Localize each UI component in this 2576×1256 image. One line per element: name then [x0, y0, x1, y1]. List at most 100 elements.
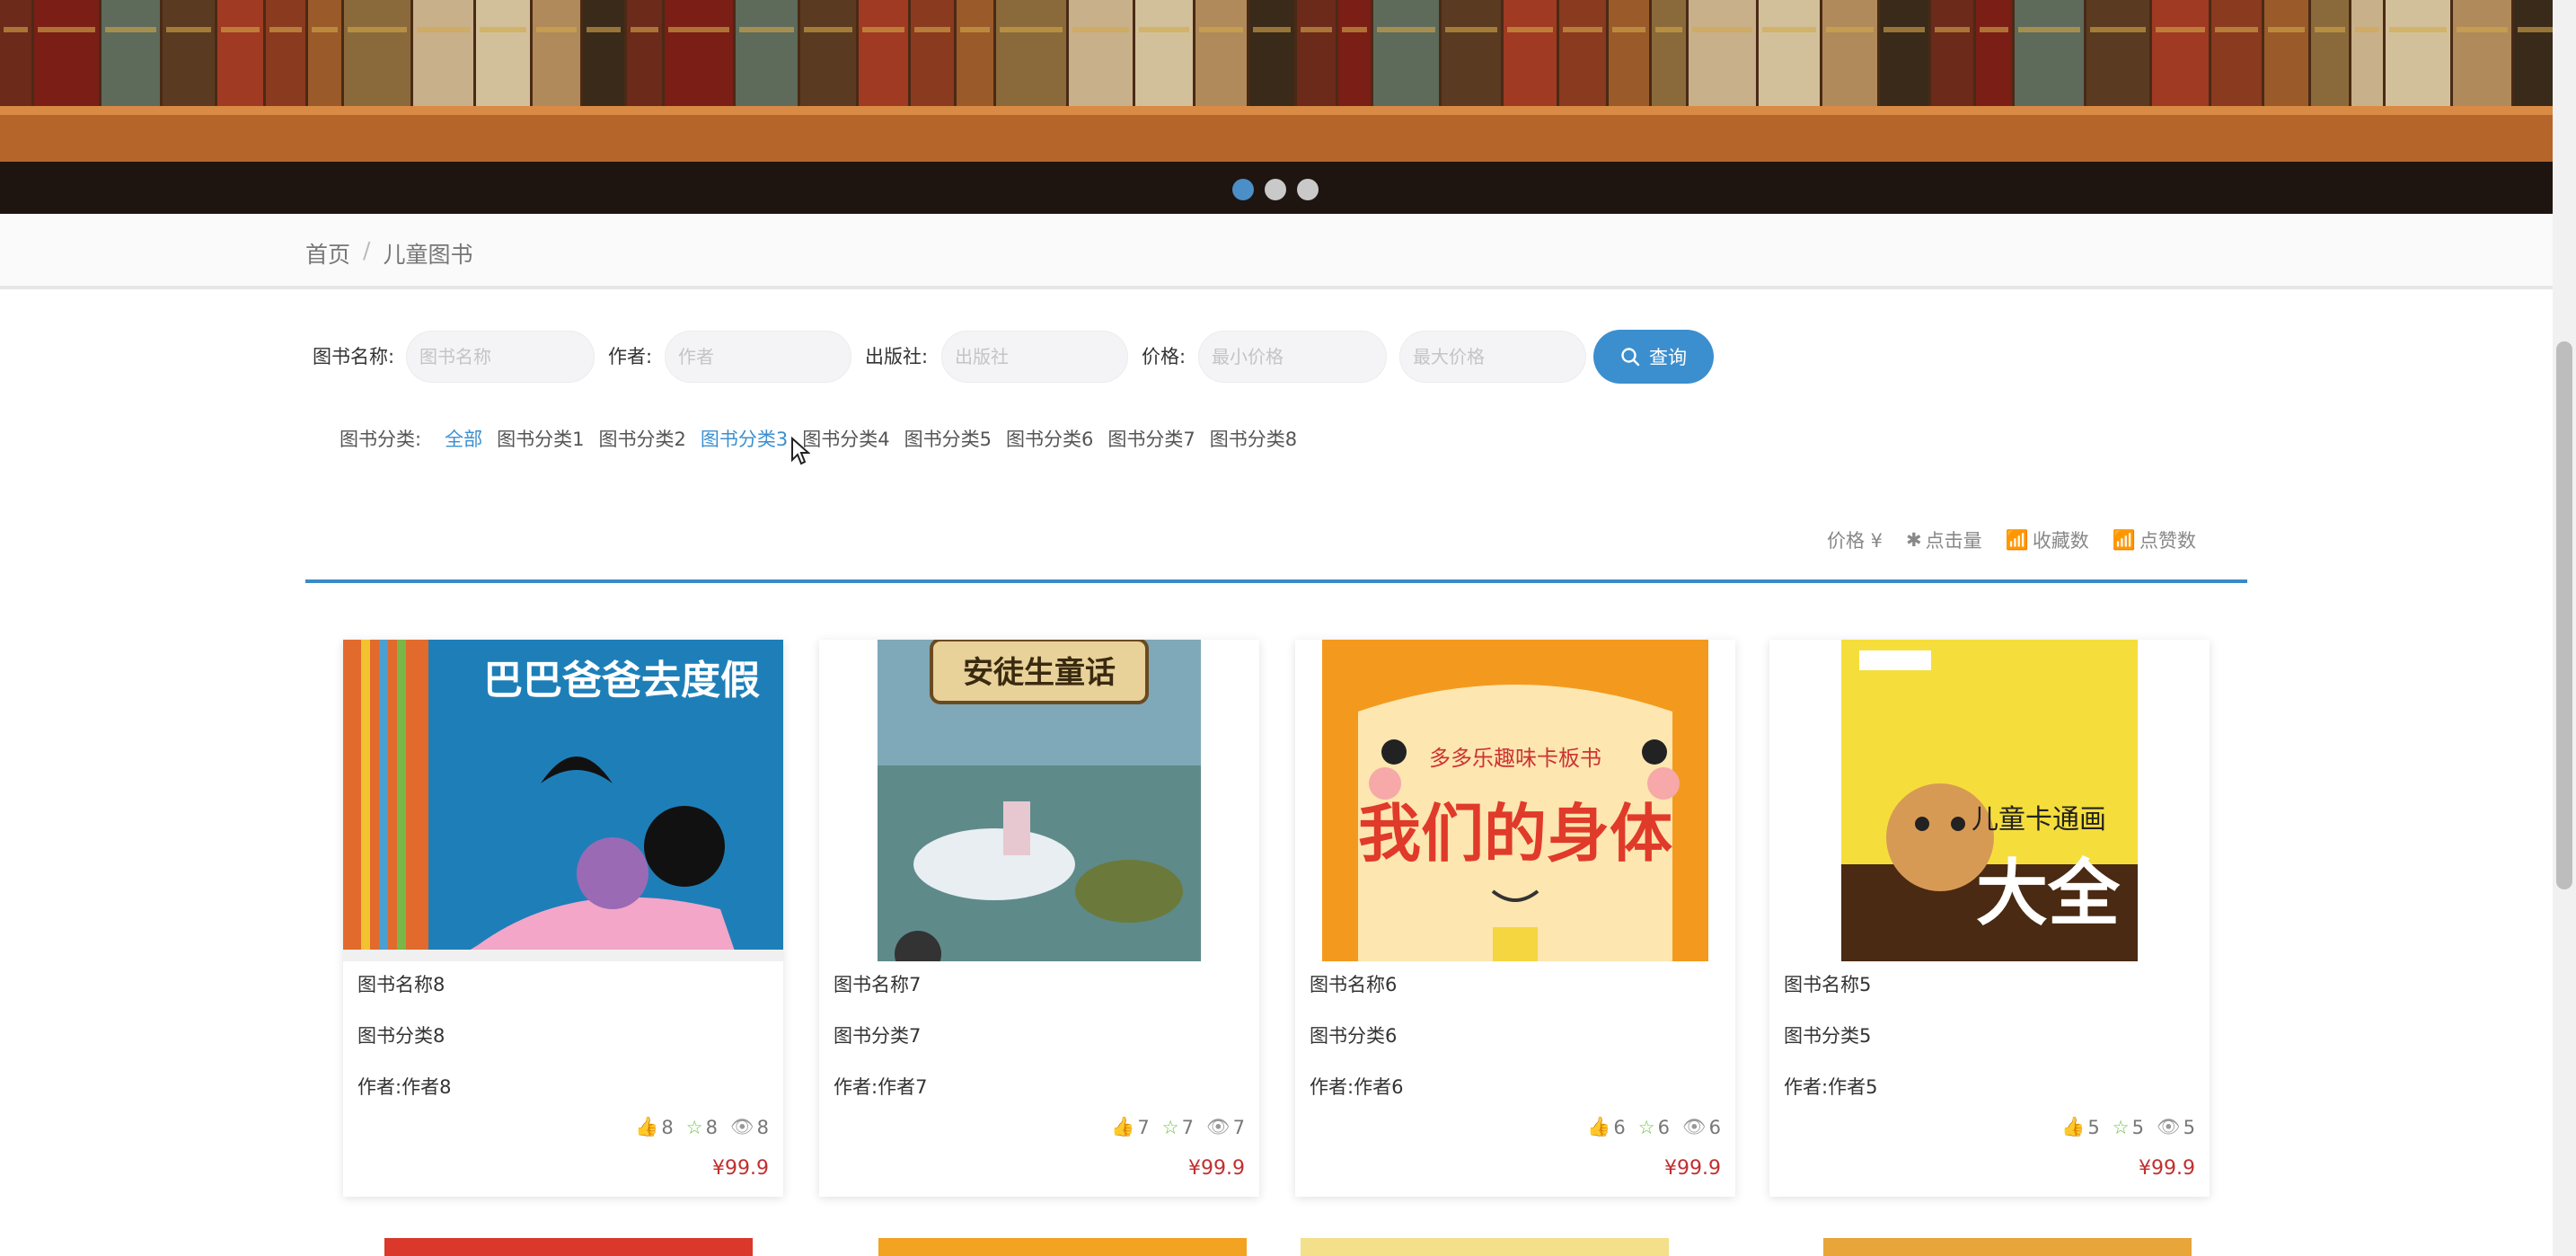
author-input[interactable]: [665, 331, 851, 383]
category-6[interactable]: 图书分类6: [1006, 425, 1093, 452]
like-stat[interactable]: 👍 5: [2061, 1116, 2100, 1138]
book-category: 图书分类5: [1784, 1025, 1872, 1047]
book-card[interactable]: 安徒生童话 图书名称7 图书分类7 作者:作者7 👍 7 ☆ 7 👁 7 ¥99.9: [819, 640, 1259, 1197]
eye-icon: 👁: [1681, 1116, 1707, 1137]
mouse-cursor-icon: [791, 437, 810, 465]
like-stat[interactable]: 👍 7: [1111, 1116, 1150, 1138]
book-cover-image[interactable]: 巴巴爸爸去度假: [343, 640, 783, 961]
thumbs-up-icon: 👍: [1111, 1116, 1135, 1137]
breadcrumb-home[interactable]: 首页: [305, 237, 350, 270]
like-stat[interactable]: 👍 8: [635, 1116, 674, 1138]
category-filter: 图书分类: 全部 图书分类1 图书分类2 图书分类3 图书分类4 图书分类5 图…: [340, 422, 1311, 455]
breadcrumb-separator: /: [363, 237, 371, 263]
book-category: 图书分类8: [357, 1025, 446, 1047]
sort-likes[interactable]: 📶 点赞数: [2113, 526, 2196, 553]
svg-text:安徒生童话: 安徒生童话: [963, 655, 1116, 691]
category-4[interactable]: 图书分类4: [802, 425, 889, 452]
view-count: 7: [1232, 1116, 1245, 1138]
asterisk-icon: ✱: [1906, 529, 1922, 551]
price-label: 价格:: [1142, 346, 1187, 367]
favorite-count: 5: [2131, 1116, 2144, 1138]
favorite-count: 6: [1657, 1116, 1670, 1138]
author-label: 作者:: [608, 346, 653, 367]
like-count: 5: [2087, 1116, 2100, 1138]
thumbs-up-icon: 👍: [1587, 1116, 1611, 1137]
page-scrollbar[interactable]: [2553, 0, 2576, 1256]
category-1[interactable]: 图书分类1: [497, 425, 584, 452]
hero-banner: [0, 0, 2553, 214]
breadcrumb-current: 儿童图书: [383, 242, 473, 268]
sort-price[interactable]: 价格 ¥: [1827, 526, 1883, 553]
book-name: 图书名称5: [1784, 974, 1872, 995]
svg-text:儿童卡通画: 儿童卡通画: [1972, 804, 2106, 836]
book-cover-image[interactable]: 多多乐趣味卡板书 我们的身体: [1295, 640, 1735, 961]
carousel-dots: [1232, 179, 1319, 200]
carousel-dot-3[interactable]: [1297, 179, 1319, 200]
breadcrumb-bar: 首页 / 儿童图书: [0, 214, 2553, 289]
book-author: 作者:作者7: [834, 1076, 928, 1098]
category-3[interactable]: 图书分类3: [701, 425, 788, 452]
book-card[interactable]: 儿童卡通画 大全 图书名称5 图书分类5 作者:作者5 👍 5 ☆ 5 👁 5 ¥99…: [1769, 640, 2210, 1197]
view-stat: 👁 5: [2157, 1116, 2195, 1138]
book-card-peek: [878, 1238, 1247, 1256]
publisher-input[interactable]: [941, 331, 1128, 383]
book-card[interactable]: 多多乐趣味卡板书 我们的身体 图书名称6 图书分类6 作者:作者6 👍 6 ☆ 6 …: [1295, 640, 1735, 1197]
like-count: 6: [1613, 1116, 1626, 1138]
svg-text:大全: 大全: [1976, 852, 2121, 935]
book-cover-image[interactable]: 安徒生童话: [819, 640, 1259, 961]
sort-clicks[interactable]: ✱ 点击量: [1906, 526, 1982, 553]
category-7[interactable]: 图书分类7: [1107, 425, 1195, 452]
view-count: 8: [756, 1116, 769, 1138]
book-name-input[interactable]: [406, 331, 595, 383]
book-author: 作者:作者6: [1310, 1076, 1404, 1098]
book-name: 图书名称6: [1310, 974, 1398, 995]
sort-clicks-label: 点击量: [1925, 530, 1982, 552]
bar-chart-icon: 📶: [2005, 528, 2029, 551]
book-stats: 👍 8 ☆ 8 👁 8: [635, 1116, 769, 1138]
sort-favorites[interactable]: 📶 收藏数: [2006, 526, 2089, 553]
favorite-stat[interactable]: ☆ 7: [1162, 1116, 1194, 1138]
category-8[interactable]: 图书分类8: [1210, 425, 1297, 452]
book-card[interactable]: 巴巴爸爸去度假 图书名称8 图书分类8 作者:作者8 👍 8 ☆ 8 👁 8 ¥99.…: [343, 640, 783, 1197]
book-author: 作者:作者5: [1784, 1076, 1878, 1098]
view-count: 5: [2183, 1116, 2195, 1138]
thumbs-up-icon: 👍: [2061, 1116, 2086, 1137]
category-5[interactable]: 图书分类5: [904, 425, 992, 452]
category-all[interactable]: 全部: [445, 425, 482, 452]
sort-favorites-label: 收藏数: [2032, 530, 2089, 552]
book-stats: 👍 5 ☆ 5 👁 5: [2061, 1116, 2195, 1138]
sort-price-label: 价格 ¥: [1827, 530, 1883, 552]
book-price: ¥99.9: [1664, 1157, 1721, 1180]
favorite-count: 7: [1181, 1116, 1194, 1138]
eye-icon: 👁: [1205, 1116, 1231, 1137]
min-price-input[interactable]: [1198, 331, 1387, 383]
like-count: 7: [1137, 1116, 1150, 1138]
book-price: ¥99.9: [1188, 1157, 1245, 1180]
favorite-stat[interactable]: ☆ 6: [1638, 1116, 1670, 1138]
favorite-count: 8: [705, 1116, 718, 1138]
book-cover-image[interactable]: 儿童卡通画 大全: [1769, 640, 2210, 961]
book-price: ¥99.9: [2139, 1157, 2195, 1180]
breadcrumb: 首页 / 儿童图书: [305, 237, 472, 270]
svg-text:多多乐趣味卡板书: 多多乐趣味卡板书: [1429, 746, 1601, 771]
view-stat: 👁 7: [1206, 1116, 1245, 1138]
svg-text:我们的身体: 我们的身体: [1358, 797, 1672, 871]
carousel-dot-2[interactable]: [1265, 179, 1286, 200]
book-name-label: 图书名称:: [313, 346, 395, 367]
max-price-input[interactable]: [1399, 331, 1586, 383]
query-button[interactable]: 查询: [1593, 330, 1714, 384]
book-name: 图书名称8: [357, 974, 446, 995]
carousel-dot-1[interactable]: [1232, 179, 1254, 200]
category-2[interactable]: 图书分类2: [598, 425, 685, 452]
star-icon: ☆: [1161, 1116, 1179, 1138]
category-label: 图书分类:: [340, 429, 422, 450]
star-icon: ☆: [685, 1116, 703, 1138]
favorite-stat[interactable]: ☆ 8: [686, 1116, 718, 1138]
book-card-peek: [384, 1238, 753, 1256]
scrollbar-thumb[interactable]: [2556, 341, 2572, 889]
view-count: 6: [1708, 1116, 1721, 1138]
thumbs-up-icon: 👍: [635, 1116, 659, 1137]
favorite-stat[interactable]: ☆ 5: [2113, 1116, 2144, 1138]
book-author: 作者:作者8: [357, 1076, 452, 1098]
like-stat[interactable]: 👍 6: [1587, 1116, 1626, 1138]
